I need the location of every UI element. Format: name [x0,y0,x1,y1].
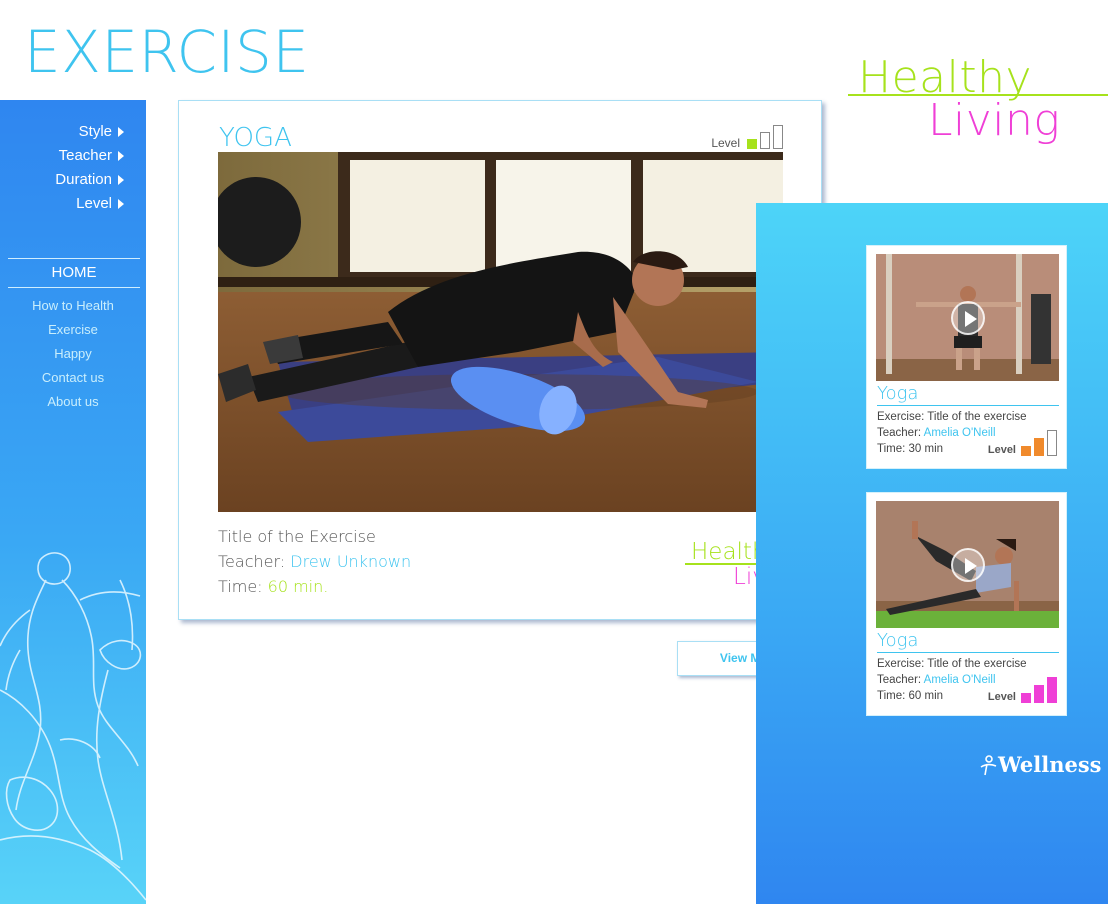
video-level-indicator: Level [988,677,1057,703]
level-bar-3 [1047,430,1057,456]
logo-living-text: Living [928,95,1061,146]
teacher-label: Teacher: [218,552,286,571]
exercise-title: Title of the Exercise [218,527,376,546]
time-label: Time: [218,577,263,596]
teacher-name-link[interactable]: Drew Unknown [290,552,411,571]
exercise-label: Exercise: [877,411,925,423]
caret-right-icon [118,199,124,210]
video-thumbnail[interactable] [876,501,1059,628]
teacher-name-link[interactable]: Amelia O'Neill [924,674,996,686]
featured-details: Title of the Exercise Teacher: Drew Unkn… [218,524,411,599]
teacher-name-link[interactable]: Amelia O'Neill [924,427,996,439]
level-label: Level [987,444,1016,456]
level-bar-1 [1021,693,1031,703]
level-bar-3 [1047,677,1057,703]
healthy-living-logo: Healthy Living [848,52,1108,147]
video-thumbnail[interactable] [876,254,1059,381]
filter-label: Style [78,123,112,140]
featured-title: YOGA [219,123,292,153]
exercise-row: Exercise: Title of the exercise [877,656,1027,672]
nav-about-us[interactable]: About us [0,390,146,414]
filter-label: Teacher [58,147,112,164]
filter-style[interactable]: Style [55,120,124,144]
level-label: Level [987,691,1016,703]
level-label: Level [711,136,740,150]
page: EXERCISE Healthy Living Style Teacher Du… [0,0,1108,904]
filter-level[interactable]: Level [55,192,124,216]
caret-right-icon [118,175,124,186]
filter-label: Level [76,195,112,212]
featured-exercise-photo[interactable] [218,152,783,512]
time-value: 30 min [908,443,944,455]
exercise-row: Exercise: Title of the exercise [877,409,1027,425]
line-art-figures-illustration [0,552,146,901]
teacher-label: Teacher: [877,427,922,439]
nav-how-to-health[interactable]: How to Health [0,294,146,318]
caret-right-icon [118,127,124,138]
nav-home[interactable]: HOME [8,258,140,288]
teacher-row: Teacher: Drew Unknown [218,549,411,574]
exercise-value: Title of the exercise [927,658,1027,670]
video-title[interactable]: Yoga [877,383,1059,406]
time-label: Time: [877,690,906,702]
time-value: 60 min [908,690,944,702]
level-bar-1 [747,139,757,149]
page-title: EXERCISE [24,18,310,86]
level-bar-3 [773,125,783,149]
level-bar-1 [1021,446,1031,456]
featured-exercise-card[interactable]: YOGA Level Title of the Exercise Teacher… [178,100,822,620]
wellness-figure-icon [980,755,997,776]
wellness-logo: Wellness [978,752,1101,777]
sidebar: Style Teacher Duration Level HOME How to… [0,100,146,904]
video-card[interactable]: Yoga Exercise: Title of the exercise Tea… [866,492,1067,716]
filter-label: Duration [55,171,112,188]
level-bar-2 [760,132,770,149]
video-level-indicator: Level [988,430,1057,456]
play-icon[interactable] [950,547,985,582]
exercise-value: Title of the exercise [927,411,1027,423]
play-icon[interactable] [950,300,985,335]
filter-teacher[interactable]: Teacher [55,144,124,168]
video-card[interactable]: Yoga Exercise: Title of the exercise Tea… [866,245,1067,469]
exercise-label: Exercise: [877,658,925,670]
nav-exercise[interactable]: Exercise [0,318,146,342]
time-label: Time: [877,443,906,455]
time-row: Time: 60 min. [218,574,411,599]
featured-level-indicator: Level [711,125,783,149]
level-bar-2 [1034,685,1044,703]
caret-right-icon [118,151,124,162]
time-value: 60 min. [267,577,329,596]
video-title[interactable]: Yoga [877,630,1059,653]
filter-menu: Style Teacher Duration Level [55,120,124,216]
teacher-label: Teacher: [877,674,922,686]
filter-duration[interactable]: Duration [55,168,124,192]
foam-roller-exercise-image [218,152,783,512]
nav-contact-us[interactable]: Contact us [0,366,146,390]
nav-happy[interactable]: Happy [0,342,146,366]
nav-list: How to Health Exercise Happy Contact us … [0,294,146,414]
wellness-text: Wellness [998,752,1102,777]
level-bar-2 [1034,438,1044,456]
